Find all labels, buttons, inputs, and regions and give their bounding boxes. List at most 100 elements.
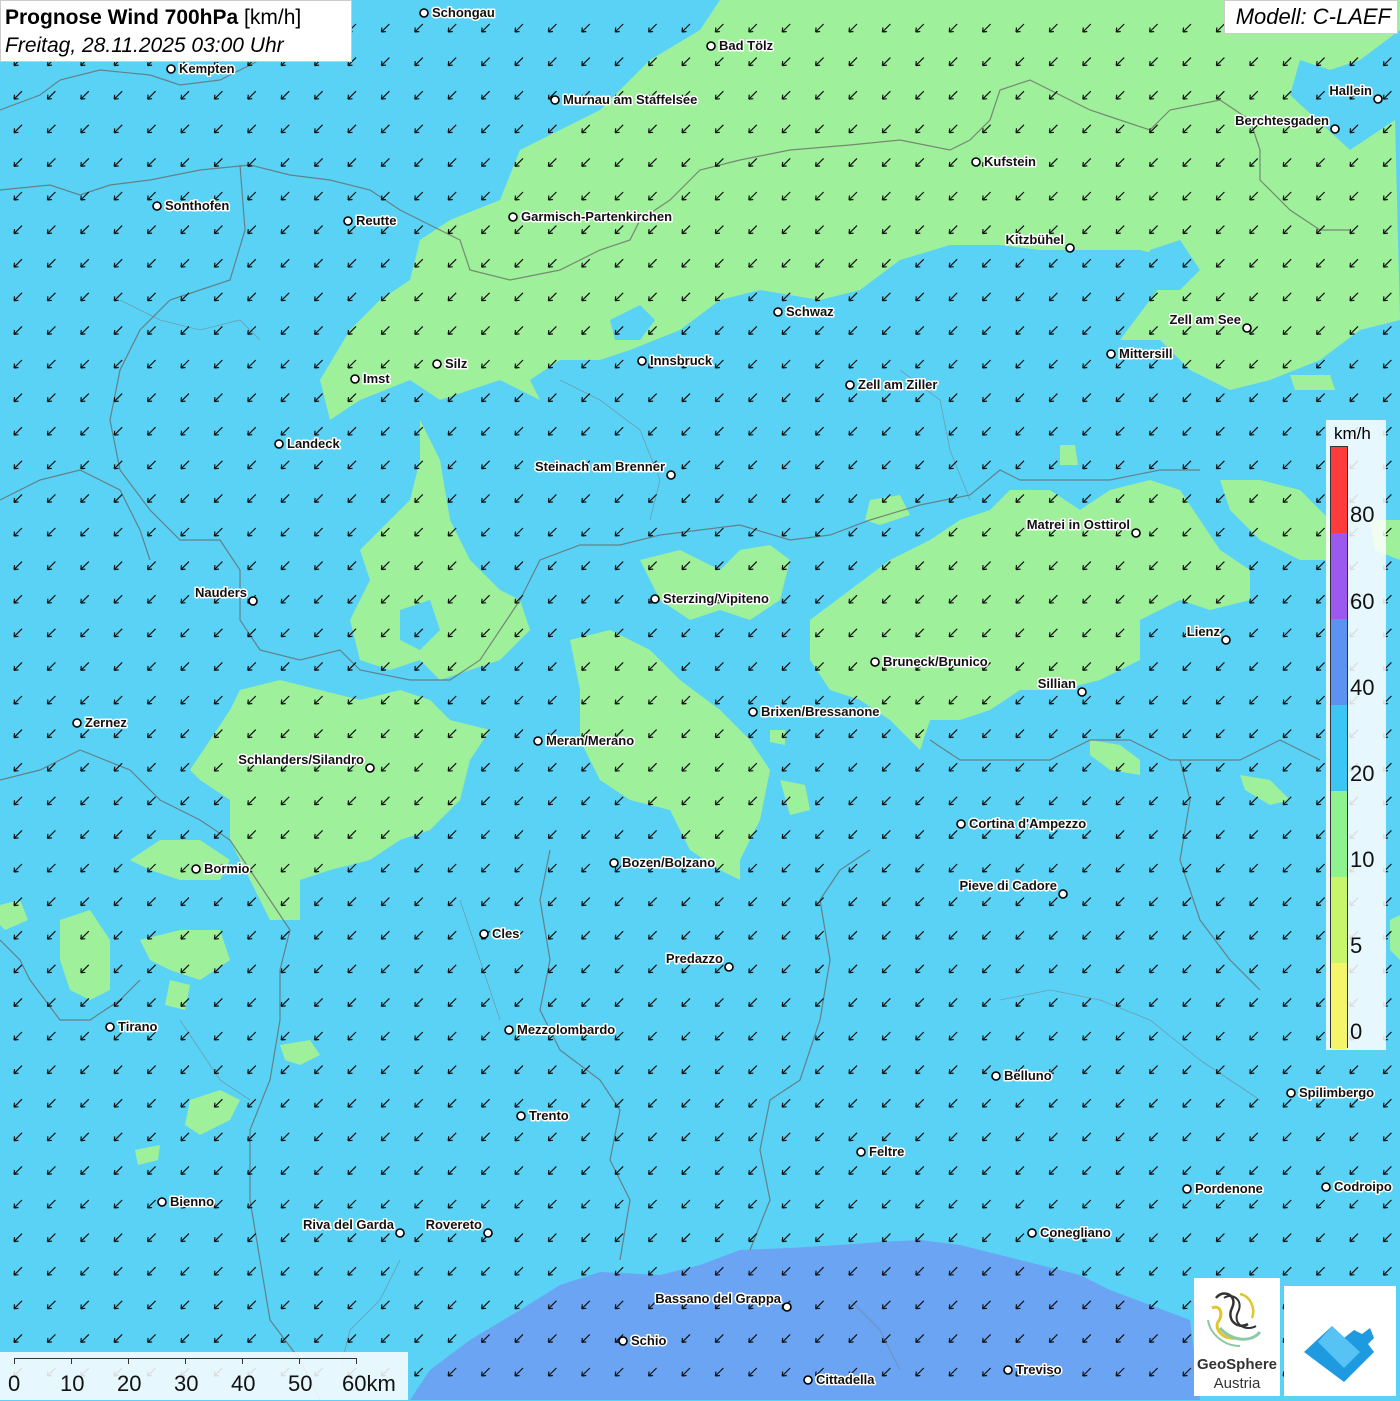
city-marker: [1330, 124, 1340, 134]
city-label: Codroipo: [1334, 1179, 1392, 1194]
city-label: Mezzolombardo: [517, 1022, 615, 1037]
city-marker: [274, 439, 284, 449]
city-marker: [157, 1197, 167, 1207]
geosphere-logo: GeoSphere Austria: [1194, 1278, 1280, 1396]
legend-color-segment: [1331, 705, 1347, 791]
city-label: Sterzing/Vipiteno: [663, 591, 769, 606]
city-label: Rovereto: [426, 1217, 482, 1232]
city-marker: [343, 216, 353, 226]
city-label: Steinach am Brenner: [535, 459, 665, 474]
city-label: Cittadella: [816, 1372, 875, 1387]
city-marker: [533, 736, 543, 746]
city-marker: [550, 95, 560, 105]
city-marker: [72, 718, 82, 728]
city-marker: [365, 763, 375, 773]
city-label: Pordenone: [1195, 1181, 1263, 1196]
city-marker: [1286, 1088, 1296, 1098]
legend-tick-label: 10: [1350, 847, 1375, 872]
city-label: Kufstein: [984, 154, 1036, 169]
scale-label: 50: [288, 1371, 313, 1396]
city-label: Schwaz: [786, 304, 834, 319]
city-marker: [1373, 94, 1383, 104]
city-marker: [782, 1302, 792, 1312]
city-label: Nauders: [195, 585, 247, 600]
legend-tick-label: 20: [1350, 761, 1375, 786]
color-legend: km/h 80 60 40 20 10 5 0: [1326, 420, 1386, 1050]
legend-color-segment: [1331, 877, 1347, 963]
geosphere-name: GeoSphere: [1196, 1356, 1278, 1373]
city-marker: [870, 657, 880, 667]
scale-tick: [14, 1358, 15, 1364]
city-marker: [152, 201, 162, 211]
legend-tick-label: 60: [1350, 589, 1375, 614]
city-marker: [650, 594, 660, 604]
city-label: Brixen/Bressanone: [761, 704, 880, 719]
city-marker: [1221, 635, 1231, 645]
map-title: Prognose Wind 700hPa [km/h]: [5, 4, 347, 32]
legend-color-segment: [1331, 619, 1347, 705]
city-label: Zell am See: [1169, 312, 1241, 327]
city-marker: [395, 1228, 405, 1238]
city-marker: [706, 41, 716, 51]
weather-app-logo: [1284, 1286, 1396, 1396]
city-marker: [483, 1228, 493, 1238]
scale-label: 60km: [342, 1371, 396, 1396]
model-label: Modell: C-LAEF: [1224, 0, 1398, 34]
city-label: Kitzbühel: [1006, 232, 1065, 247]
city-label: Innsbruck: [650, 353, 713, 368]
city-label: Schongau: [432, 5, 495, 20]
city-label: Riva del Garda: [303, 1217, 395, 1232]
scale-tick: [71, 1358, 72, 1364]
city-label: Sonthofen: [165, 198, 229, 213]
city-label: Pieve di Cadore: [959, 878, 1057, 893]
scale-label: 10: [60, 1371, 85, 1396]
city-marker: [1242, 323, 1252, 333]
city-marker: [724, 962, 734, 972]
city-marker: [1131, 528, 1141, 538]
geosphere-emblem-icon: [1207, 1292, 1262, 1347]
city-label: Zell am Ziller: [858, 377, 937, 392]
city-marker: [1182, 1184, 1192, 1194]
weather-app-icon: [1304, 1326, 1374, 1382]
scale-label: 20: [117, 1371, 142, 1396]
city-marker: [1027, 1228, 1037, 1238]
city-label: Mittersill: [1119, 346, 1172, 361]
legend-tick-label: 40: [1350, 675, 1375, 700]
legend-tick-label: 5: [1350, 933, 1363, 958]
city-marker: [618, 1336, 628, 1346]
wind-map: Schongau Bad Tölz Kempten Murnau am Staffel…: [0, 0, 1400, 1400]
city-marker: [856, 1147, 866, 1157]
city-marker: [166, 64, 176, 74]
city-marker: [508, 212, 518, 222]
scale-tick: [299, 1358, 300, 1364]
city-marker: [971, 157, 981, 167]
title-bold: Prognose Wind 700hPa: [5, 6, 239, 29]
scale-label: 40: [231, 1371, 256, 1396]
legend-color-segment: [1331, 447, 1347, 533]
city-label: Schio: [631, 1333, 666, 1348]
city-label: Spilimbergo: [1299, 1085, 1374, 1100]
city-label: Trento: [529, 1108, 569, 1123]
city-marker: [350, 374, 360, 384]
city-marker: [637, 356, 647, 366]
city-marker: [609, 858, 619, 868]
scale-tick: [128, 1358, 129, 1364]
city-label: Predazzo: [666, 951, 723, 966]
legend-color-segment: [1331, 533, 1347, 619]
legend-tick-label: 80: [1350, 502, 1375, 527]
legend-tick-label: 0: [1350, 1019, 1363, 1044]
scale-tick: [242, 1358, 243, 1364]
city-label: Bad Tölz: [719, 38, 774, 53]
city-marker: [191, 864, 201, 874]
scale-bar: 0 10 20 30 40 50 60km: [0, 1352, 408, 1400]
city-marker: [248, 596, 258, 606]
city-marker: [432, 359, 442, 369]
city-marker: [748, 707, 758, 717]
legend-color-bar: [1330, 446, 1348, 1049]
city-label: Hallein: [1329, 83, 1372, 98]
city-marker: [956, 819, 966, 829]
city-label: Conegliano: [1040, 1225, 1111, 1240]
forecast-datetime: Freitag, 28.11.2025 03:00 Uhr: [5, 34, 284, 57]
city-label: Murnau am Staffelsee: [563, 92, 697, 107]
city-marker: [516, 1111, 526, 1121]
